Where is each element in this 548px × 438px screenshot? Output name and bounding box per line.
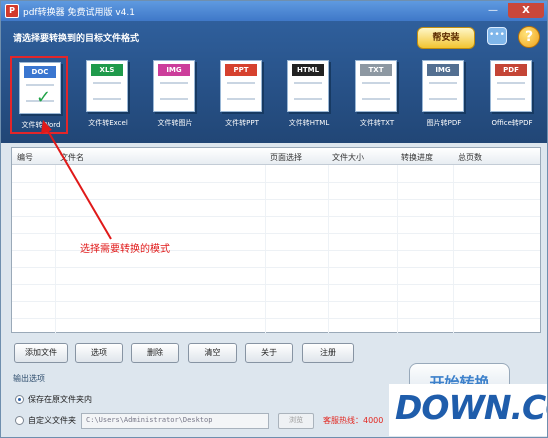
watermark: DOWN.CC: [389, 384, 547, 436]
register-button[interactable]: 注册: [302, 343, 354, 363]
custom-folder-label: 自定义文件夹: [28, 416, 76, 425]
selection-hint: 选择需要转换的模式: [80, 244, 170, 255]
save-original-radio[interactable]: [15, 395, 24, 404]
txt-document-icon: TXT: [355, 60, 397, 112]
document-mark-icon: [507, 88, 529, 104]
mode-card-5[interactable]: TXT 文件转TXT: [348, 56, 406, 134]
save-original-label: 保存在原文件夹内: [28, 395, 92, 404]
column-divider: [453, 165, 454, 333]
bang-install-button[interactable]: 帮安装: [417, 27, 475, 49]
image-to-pdf-icon: IMG: [422, 60, 464, 112]
mode-label: 文件转图片: [157, 119, 193, 127]
mode-label: 文件转Excel: [88, 119, 128, 127]
ppt-document-icon: PPT: [220, 60, 262, 112]
list-row-divider: [12, 318, 540, 319]
document-mark-icon: [170, 88, 192, 104]
mode-label: Office转PDF: [491, 119, 533, 127]
mode-card-3[interactable]: PPT 文件转PPT: [213, 56, 271, 134]
custom-folder-radio[interactable]: [15, 416, 24, 425]
mode-tag: PDF: [495, 64, 527, 76]
list-row-divider: [12, 284, 540, 285]
excel-document-icon: XLS: [86, 60, 128, 112]
column-file-size: 文件大小: [332, 153, 364, 162]
document-mark-icon: [304, 88, 326, 104]
column-filename: 文件名: [60, 153, 84, 162]
mode-tag: IMG: [158, 64, 190, 76]
html-document-icon: HTML: [287, 60, 329, 112]
column-divider: [265, 165, 266, 333]
app-window: P pdf转换器 免费试用版 v4.1 — X 请选择要转换到的目标文件格式 帮…: [0, 0, 548, 438]
mode-tag: PPT: [225, 64, 257, 76]
mode-tag: XLS: [91, 64, 123, 76]
column-page-select: 页面选择: [270, 153, 302, 162]
delete-button[interactable]: 删除: [131, 343, 179, 363]
column-divider: [397, 165, 398, 333]
output-options-title: 输出选项: [13, 374, 45, 383]
mode-card-6[interactable]: IMG 图片转PDF: [415, 56, 473, 134]
document-mark-icon: [439, 88, 461, 104]
mode-label: 文件转PPT: [225, 119, 259, 127]
column-progress: 转换进度: [401, 153, 433, 162]
mode-label: 文件转Word: [21, 121, 61, 129]
mode-tag: HTML: [292, 64, 324, 76]
pdf-logo-icon: P: [5, 4, 19, 18]
list-row-divider: [12, 199, 540, 200]
file-list-header: 编号 文件名 页面选择 文件大小 转换进度 总页数: [12, 148, 540, 165]
document-mark-icon: [103, 88, 125, 104]
mode-card-1[interactable]: XLS 文件转Excel: [79, 56, 137, 134]
list-row-divider: [12, 267, 540, 268]
about-button[interactable]: 关于: [245, 343, 293, 363]
check-icon: ✓: [36, 87, 52, 108]
mode-card-2[interactable]: IMG 文件转图片: [146, 56, 204, 134]
list-row-divider: [12, 216, 540, 217]
document-mark-icon: [237, 88, 259, 104]
output-path-input[interactable]: C:\Users\Administrator\Desktop: [81, 413, 269, 429]
document-mark-icon: [372, 88, 394, 104]
close-button[interactable]: X: [508, 3, 544, 18]
help-icon[interactable]: ?: [518, 26, 540, 48]
mode-label: 图片转PDF: [426, 119, 462, 127]
column-total-pages: 总页数: [458, 153, 482, 162]
word-document-icon: DOC ✓: [19, 62, 61, 114]
clear-button[interactable]: 清空: [188, 343, 237, 363]
watermark-text: DOWN.CC: [395, 388, 547, 427]
office-to-pdf-icon: PDF: [490, 60, 532, 112]
options-button[interactable]: 选项: [75, 343, 123, 363]
list-row-divider: [12, 233, 540, 234]
mode-label: 文件转TXT: [359, 119, 395, 127]
list-row-divider: [12, 301, 540, 302]
mode-tag: DOC: [24, 66, 56, 78]
support-hotline: 客服热线：4000: [323, 416, 384, 425]
minimize-button[interactable]: —: [483, 3, 503, 18]
window-title: pdf转换器 免费试用版 v4.1: [23, 8, 135, 18]
column-divider: [55, 165, 56, 333]
chat-icon[interactable]: •••: [487, 27, 507, 45]
mode-label: 文件转HTML: [288, 119, 330, 127]
mode-card-7[interactable]: PDF Office转PDF: [483, 56, 541, 134]
mode-card-0[interactable]: DOC ✓ 文件转Word: [10, 56, 68, 134]
mode-tag: TXT: [360, 64, 392, 76]
format-header: 请选择要转换到的目标文件格式 帮安装 ••• ? DOC ✓ 文件转Word XLS 文…: [1, 21, 547, 143]
browse-button[interactable]: 浏览: [278, 413, 314, 429]
format-prompt: 请选择要转换到的目标文件格式: [13, 34, 140, 44]
title-bar[interactable]: P pdf转换器 免费试用版 v4.1 — X: [1, 1, 547, 21]
add-file-button[interactable]: 添加文件: [14, 343, 68, 363]
column-number: 编号: [17, 153, 33, 162]
image-document-icon: IMG: [153, 60, 195, 112]
list-row-divider: [12, 182, 540, 183]
mode-card-4[interactable]: HTML 文件转HTML: [280, 56, 338, 134]
column-divider: [328, 165, 329, 333]
mode-tag: IMG: [427, 64, 459, 76]
